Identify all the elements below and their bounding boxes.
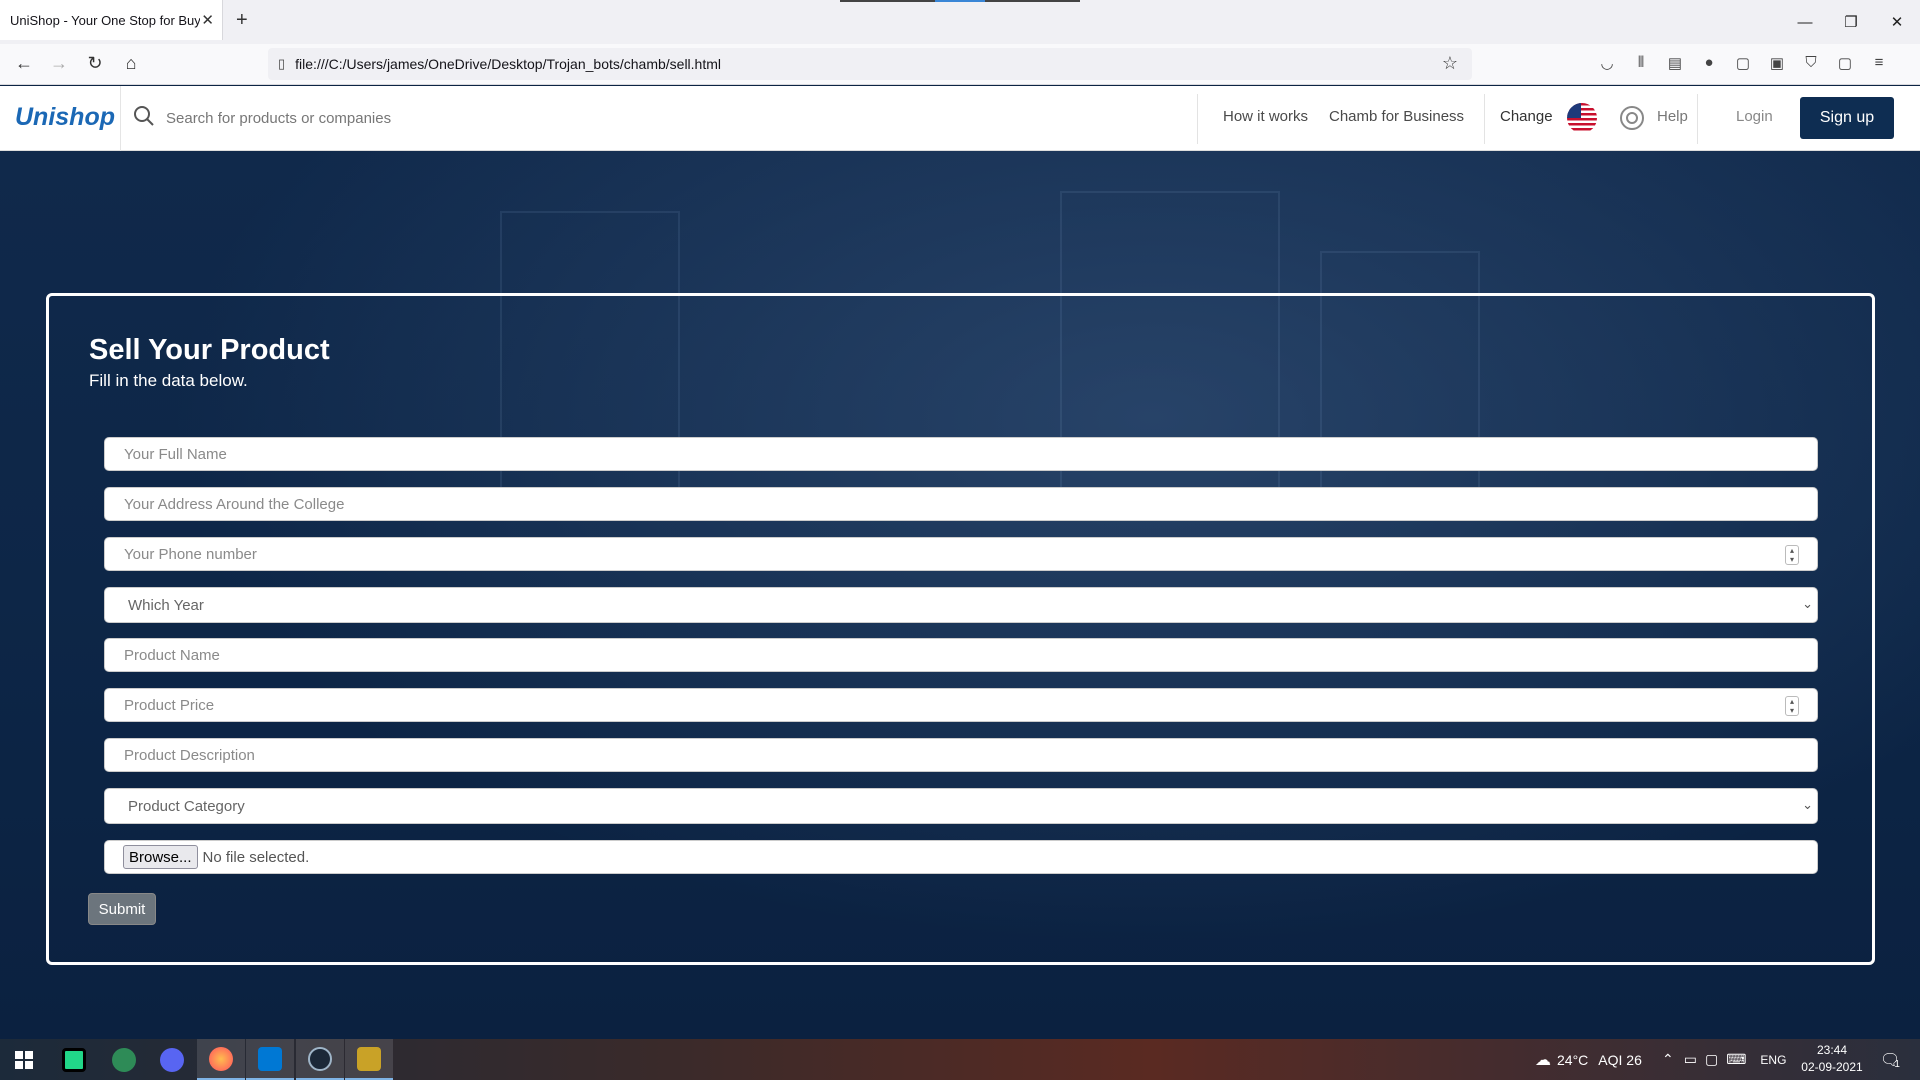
product-category-value: Product Category	[128, 797, 245, 815]
us-flag-icon[interactable]	[1567, 103, 1597, 133]
address-input[interactable]	[104, 487, 1818, 521]
product-category-select[interactable]: Product Category ⌄	[104, 788, 1818, 824]
how-it-works-link[interactable]: How it works	[1223, 108, 1308, 125]
library-icon[interactable]: ⫴	[1630, 54, 1652, 74]
extension-icon[interactable]: ▢	[1834, 54, 1856, 74]
cloud-icon: ☁	[1535, 1051, 1551, 1069]
bookmark-star-icon[interactable]: ☆	[1442, 53, 1458, 74]
product-name-input[interactable]	[104, 638, 1818, 672]
account-icon[interactable]: ●	[1698, 54, 1720, 74]
reload-icon[interactable]: ↻	[84, 53, 106, 74]
business-link[interactable]: Chamb for Business	[1329, 108, 1464, 125]
menu-icon[interactable]: ≡	[1868, 54, 1890, 74]
divider	[120, 86, 121, 151]
steam-icon[interactable]	[296, 1039, 344, 1080]
new-tab-icon[interactable]: +	[236, 9, 248, 32]
year-select[interactable]: Which Year ⌄	[104, 587, 1818, 623]
weather-temp: 24°C	[1557, 1051, 1589, 1068]
restore-icon[interactable]: ❐	[1828, 0, 1874, 44]
keyboard-icon[interactable]: ⌨	[1726, 1051, 1746, 1068]
file-status-text: No file selected.	[202, 848, 310, 866]
browser-tab[interactable]: UniShop - Your One Stop for Buying ✕	[0, 0, 223, 40]
help-lifebuoy-icon[interactable]	[1620, 106, 1644, 130]
start-windows-icon[interactable]	[0, 1039, 48, 1080]
site-header: Unishop How it works Chamb for Business …	[0, 86, 1920, 151]
hero-section: Sell Your Product Fill in the data below…	[0, 151, 1920, 1039]
notification-center-icon[interactable]: 🗨 1	[1880, 1039, 1900, 1080]
notification-count: 1	[1894, 1059, 1900, 1070]
browse-button[interactable]: Browse...	[123, 845, 198, 869]
close-tab-icon[interactable]: ✕	[201, 11, 214, 29]
number-spinner-icon[interactable]: ▴ ▾	[1785, 545, 1799, 565]
divider	[1484, 94, 1485, 144]
product-price-placeholder: Product Price	[124, 696, 215, 714]
search-input[interactable]	[166, 104, 666, 132]
file-icon: ▯	[278, 56, 286, 71]
weather-widget[interactable]: ☁ 24°C AQI 26	[1535, 1039, 1642, 1080]
extension-icon[interactable]: ▣	[1766, 54, 1788, 74]
signup-button[interactable]: Sign up	[1800, 97, 1894, 139]
sell-form-card: Sell Your Product Fill in the data below…	[46, 293, 1875, 965]
file-upload-field[interactable]: Browse... No file selected.	[104, 840, 1818, 874]
submit-button[interactable]: Submit	[88, 893, 156, 925]
login-link[interactable]: Login	[1736, 108, 1773, 125]
year-select-value: Which Year	[128, 596, 204, 614]
clock[interactable]: 23:44 02-09-2021	[1796, 1042, 1868, 1076]
sidebar-icon[interactable]: ▤	[1664, 54, 1686, 74]
minimize-icon[interactable]: —	[1782, 0, 1828, 44]
clock-date: 02-09-2021	[1801, 1060, 1863, 1074]
clock-time: 23:44	[1816, 1043, 1848, 1057]
product-price-input[interactable]: Product Price ▴ ▾	[104, 688, 1818, 722]
divider	[1697, 94, 1698, 144]
change-language-link[interactable]: Change	[1500, 108, 1553, 125]
pycharm-icon[interactable]	[50, 1039, 98, 1080]
chevron-down-icon: ⌄	[1802, 596, 1813, 611]
aqi-text: AQI 26	[1598, 1051, 1642, 1068]
firefox-icon[interactable]	[197, 1039, 245, 1080]
phone-placeholder: Your Phone number	[124, 545, 257, 563]
extension-icon[interactable]: ▢	[1732, 54, 1754, 74]
chevron-down-icon: ⌄	[1802, 797, 1813, 812]
divider	[1197, 94, 1198, 144]
vscode-icon[interactable]	[246, 1039, 294, 1080]
window-controls: — ❐ ✕	[1782, 0, 1920, 44]
chatgpt-globe-icon[interactable]	[100, 1039, 148, 1080]
url-text: file:///C:/Users/james/OneDrive/Desktop/…	[295, 56, 722, 72]
browser-tab-bar: UniShop - Your One Stop for Buying ✕ + —…	[0, 0, 1920, 44]
search-icon	[134, 106, 154, 126]
game-icon[interactable]	[345, 1039, 393, 1080]
url-bar[interactable]: ▯ file:///C:/Users/james/OneDrive/Deskto…	[268, 48, 1472, 80]
close-window-icon[interactable]: ✕	[1874, 0, 1920, 44]
system-tray: ⌃ ▭ ▢ ⌨ ENG	[1662, 1039, 1786, 1080]
browser-toolbar: ◡ ⫴ ▤ ● ▢ ▣ ⛉ ▢ ≡	[1596, 54, 1890, 74]
battery-icon[interactable]: ▭	[1684, 1051, 1697, 1068]
unishop-logo[interactable]: Unishop	[15, 103, 115, 132]
form-subtitle: Fill in the data below.	[89, 371, 248, 390]
shield-icon[interactable]: ⛉	[1800, 54, 1822, 74]
forward-icon[interactable]: →	[48, 53, 70, 74]
full-name-input[interactable]	[104, 437, 1818, 471]
number-spinner-icon[interactable]: ▴ ▾	[1785, 696, 1799, 716]
pocket-icon[interactable]: ◡	[1596, 54, 1618, 74]
phone-input[interactable]: Your Phone number ▴ ▾	[104, 537, 1818, 571]
help-link[interactable]: Help	[1657, 108, 1688, 125]
back-icon[interactable]: ←	[13, 53, 35, 74]
home-icon[interactable]: ⌂	[120, 53, 142, 74]
chevron-up-icon[interactable]: ⌃	[1662, 1051, 1674, 1068]
browser-nav-bar: ← → ↻ ⌂ ▯ file:///C:/Users/james/OneDriv…	[0, 44, 1920, 85]
windows-taskbar: ☁ 24°C AQI 26 ⌃ ▭ ▢ ⌨ ENG 23:44 02-09-20…	[0, 1039, 1920, 1080]
network-icon[interactable]: ▢	[1705, 1051, 1718, 1068]
tab-title: UniShop - Your One Stop for Buying	[10, 12, 200, 28]
language-indicator[interactable]: ENG	[1760, 1053, 1786, 1067]
tab-scroll-indicator	[840, 0, 1080, 2]
form-title: Sell Your Product	[89, 334, 330, 366]
discord-icon[interactable]	[148, 1039, 196, 1080]
product-description-input[interactable]	[104, 738, 1818, 772]
